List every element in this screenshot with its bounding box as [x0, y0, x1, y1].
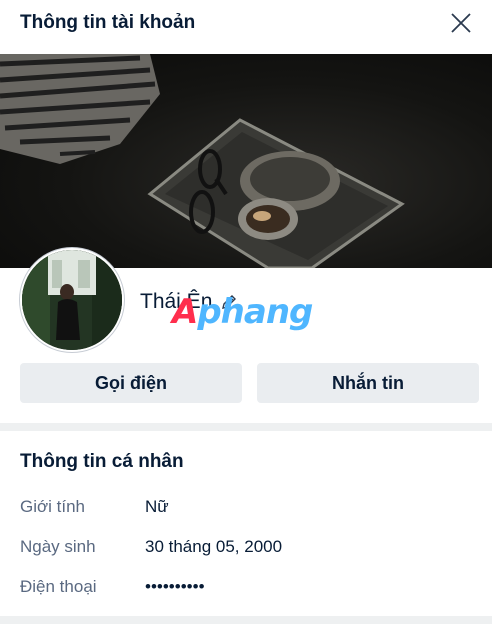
avatar[interactable] [20, 248, 124, 352]
message-button[interactable]: Nhắn tin [257, 363, 479, 403]
dialog-header: Thông tin tài khoản [0, 0, 492, 46]
watermark-logo: Aphang [172, 292, 313, 332]
watermark-rest: phang [197, 292, 313, 332]
info-label: Điện thoại [20, 577, 97, 596]
dialog-title: Thông tin tài khoản [20, 12, 196, 33]
section-divider [0, 616, 492, 624]
cover-photo[interactable] [0, 54, 492, 268]
info-label: Ngày sinh [20, 537, 96, 556]
info-row-birthday: Ngày sinh 30 tháng 05, 2000 [20, 537, 282, 557]
info-value: 30 tháng 05, 2000 [145, 537, 283, 556]
info-row-phone: Điện thoại •••••••••• [20, 577, 205, 597]
info-label: Giới tính [20, 497, 86, 516]
personal-info-title: Thông tin cá nhân [20, 451, 184, 472]
watermark-first-letter: A [172, 292, 198, 332]
info-value: •••••••••• [145, 577, 205, 596]
close-icon[interactable] [448, 10, 474, 36]
info-row-gender: Giới tính Nữ [20, 497, 169, 517]
striped-cloth [0, 54, 160, 164]
call-button[interactable]: Gọi điện [20, 363, 242, 403]
section-divider [0, 423, 492, 431]
info-value: Nữ [145, 497, 169, 516]
